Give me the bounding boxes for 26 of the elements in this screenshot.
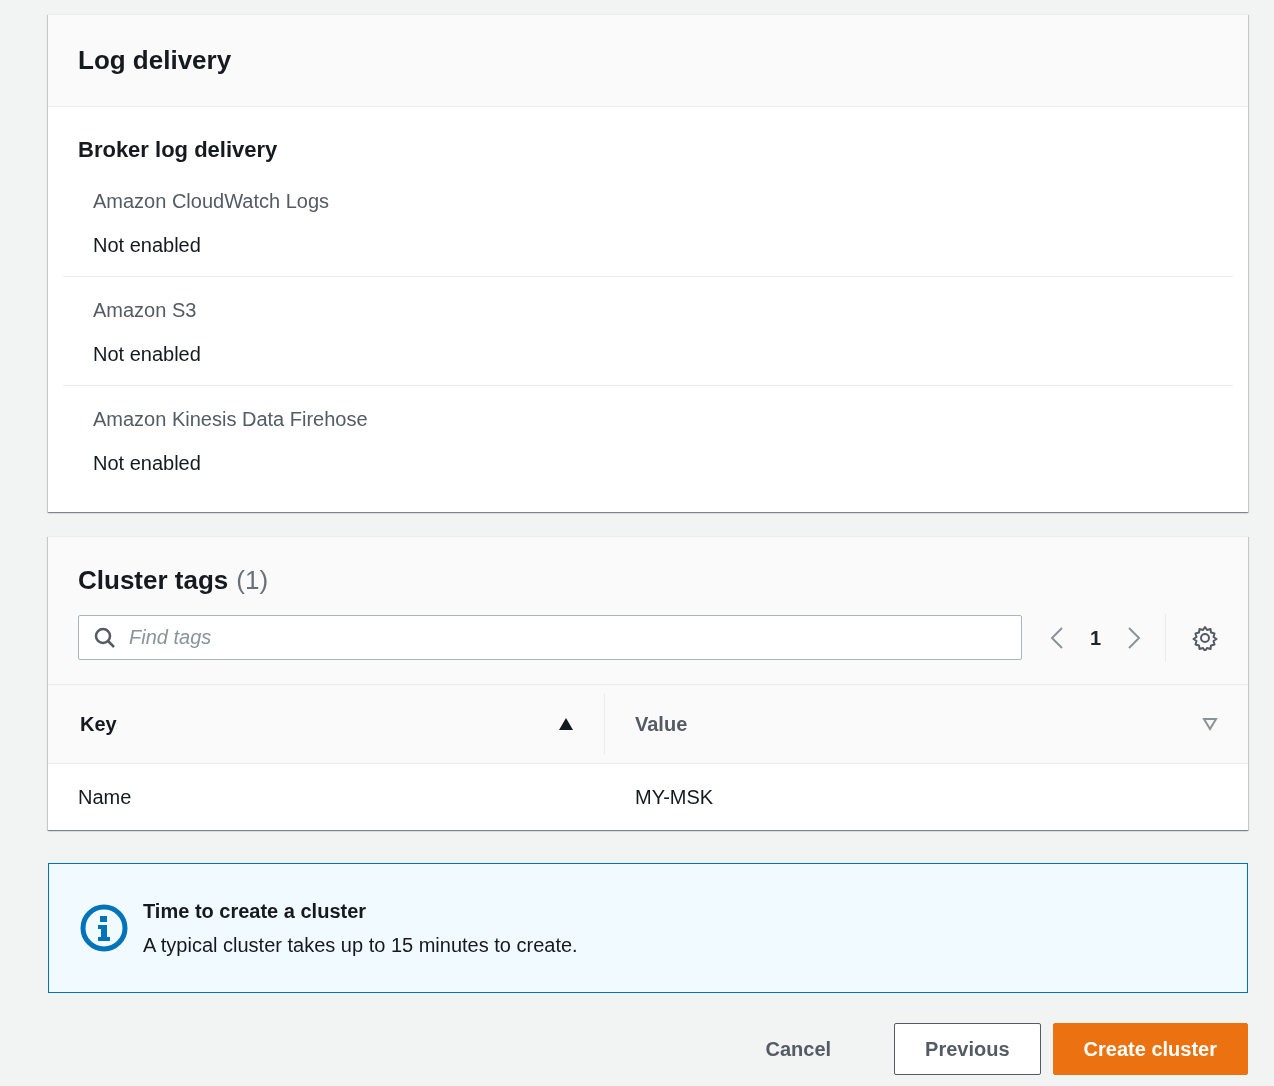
sort-up-icon[interactable] <box>558 716 574 731</box>
table-cell-text: Name <box>77 784 133 810</box>
item-count: (1) <box>236 564 269 596</box>
table-cell-text: MY-MSK <box>635 784 715 810</box>
field-value: Not enabled <box>93 341 202 367</box>
next-page-icon[interactable] <box>1127 625 1141 650</box>
previous-page-icon[interactable] <box>1049 625 1064 650</box>
page-number[interactable]: 1 <box>1089 622 1101 653</box>
field-value: Not enabled <box>93 232 202 258</box>
sort-icon[interactable] <box>1202 716 1218 731</box>
field-value: Not enabled <box>93 450 202 476</box>
previous-button[interactable]: Previous <box>894 1022 1041 1075</box>
panel-title: Cluster tags <box>78 564 229 596</box>
info-icon <box>79 902 129 953</box>
alert-message: A typical cluster takes up to 15 minutes to create. <box>143 932 578 958</box>
alert-title: Time to create a cluster <box>143 898 368 924</box>
panel-title: Log delivery <box>78 45 233 77</box>
field-label: Amazon S3 <box>93 297 198 323</box>
settings-icon[interactable] <box>1192 624 1218 651</box>
column-header[interactable]: Value <box>605 684 1248 763</box>
field-label: Amazon CloudWatch Logs <box>93 188 331 214</box>
cancel-button[interactable]: Cancel <box>734 1022 863 1075</box>
column-header[interactable]: Key <box>48 692 605 755</box>
search-field[interactable]: Find tags <box>78 615 1022 661</box>
section-title: Broker log delivery <box>77 137 279 164</box>
field-label: Amazon Kinesis Data Firehose <box>93 406 369 432</box>
